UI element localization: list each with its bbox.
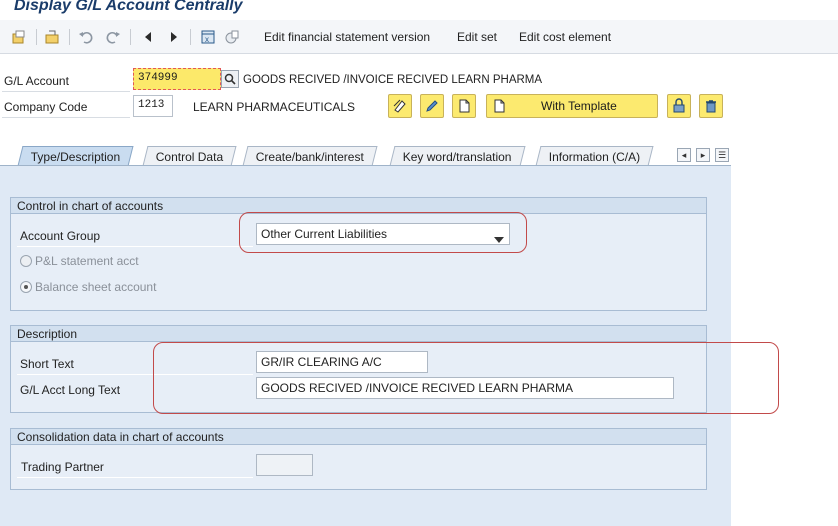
trading-partner-label: Trading Partner: [21, 460, 104, 474]
application-toolbar: x Edit financial statement version Edit …: [0, 20, 838, 54]
tab-scroll-right-icon[interactable]: ▸: [696, 148, 710, 162]
company-code-input[interactable]: 1213: [133, 95, 173, 117]
undo-icon[interactable]: [77, 28, 95, 46]
label-underline: [2, 91, 130, 92]
lock-icon[interactable]: [667, 94, 691, 118]
pl-statement-radio[interactable]: [20, 255, 32, 267]
edit-fsv-button[interactable]: Edit financial statement version: [264, 30, 430, 44]
annotation-description: [153, 342, 779, 414]
with-template-button[interactable]: With Template: [486, 94, 658, 118]
toolbar-separator: [130, 29, 131, 45]
next-icon[interactable]: [165, 28, 183, 46]
label-underline: [17, 246, 253, 247]
delete-trash-icon[interactable]: [699, 94, 723, 118]
tab-list-icon[interactable]: ☰: [715, 148, 729, 162]
redo-icon[interactable]: [104, 28, 122, 46]
display-icon[interactable]: x: [199, 28, 217, 46]
account-group-label: Account Group: [20, 229, 101, 243]
long-text-label: G/L Acct Long Text: [20, 383, 121, 397]
trading-partner-input[interactable]: [256, 454, 313, 476]
consolidation-group: Consolidation data in chart of accounts: [10, 428, 707, 490]
annotation-account-group: [239, 212, 527, 253]
edit-cost-element-button[interactable]: Edit cost element: [519, 30, 611, 44]
balance-sheet-label: Balance sheet account: [35, 280, 157, 294]
pl-statement-label: P&L statement acct: [35, 254, 139, 268]
title-bar: Display G/L Account Centrally: [0, 0, 838, 20]
create-document-icon[interactable]: [452, 94, 476, 118]
tab-scroll-left-icon[interactable]: ◂: [677, 148, 691, 162]
tab-type-description[interactable]: Type/Description: [17, 146, 134, 166]
toolbar-separator: [190, 29, 191, 45]
gl-account-label: G/L Account: [4, 74, 69, 88]
company-name: LEARN PHARMACEUTICALS: [193, 100, 356, 114]
tab-information-ca[interactable]: Information (C/A): [535, 146, 654, 166]
svg-text:x: x: [205, 35, 209, 44]
description-group-title: Description: [11, 326, 706, 342]
gl-account-input[interactable]: 374999: [133, 68, 221, 90]
tab-create-bank-interest[interactable]: Create/bank/interest: [242, 146, 378, 166]
balance-sheet-radio[interactable]: [20, 281, 32, 293]
gl-account-description: GOODS RECIVED /INVOICE RECIVED LEARN PHA…: [243, 74, 543, 86]
previous-icon[interactable]: [139, 28, 157, 46]
document-icon: [494, 99, 505, 113]
toolbar-separator: [36, 29, 37, 45]
display-change-icon[interactable]: [388, 94, 412, 118]
edit-pencil-icon[interactable]: [420, 94, 444, 118]
company-code-label: Company Code: [4, 100, 88, 114]
other-object-icon[interactable]: [10, 28, 28, 46]
short-text-label: Short Text: [20, 357, 74, 371]
label-underline: [2, 117, 130, 118]
edit-set-button[interactable]: Edit set: [457, 30, 497, 44]
with-template-label: With Template: [541, 99, 617, 113]
switch-icon[interactable]: [43, 28, 61, 46]
tab-control-data[interactable]: Control Data: [142, 146, 237, 166]
consolidation-group-title: Consolidation data in chart of accounts: [11, 429, 706, 445]
toolbar-separator: [69, 29, 70, 45]
label-underline: [17, 477, 253, 478]
copy-icon[interactable]: [223, 28, 241, 46]
tab-key-word-translation[interactable]: Key word/translation: [389, 146, 526, 166]
page-title: Display G/L Account Centrally: [14, 0, 243, 14]
search-icon[interactable]: [221, 70, 239, 88]
